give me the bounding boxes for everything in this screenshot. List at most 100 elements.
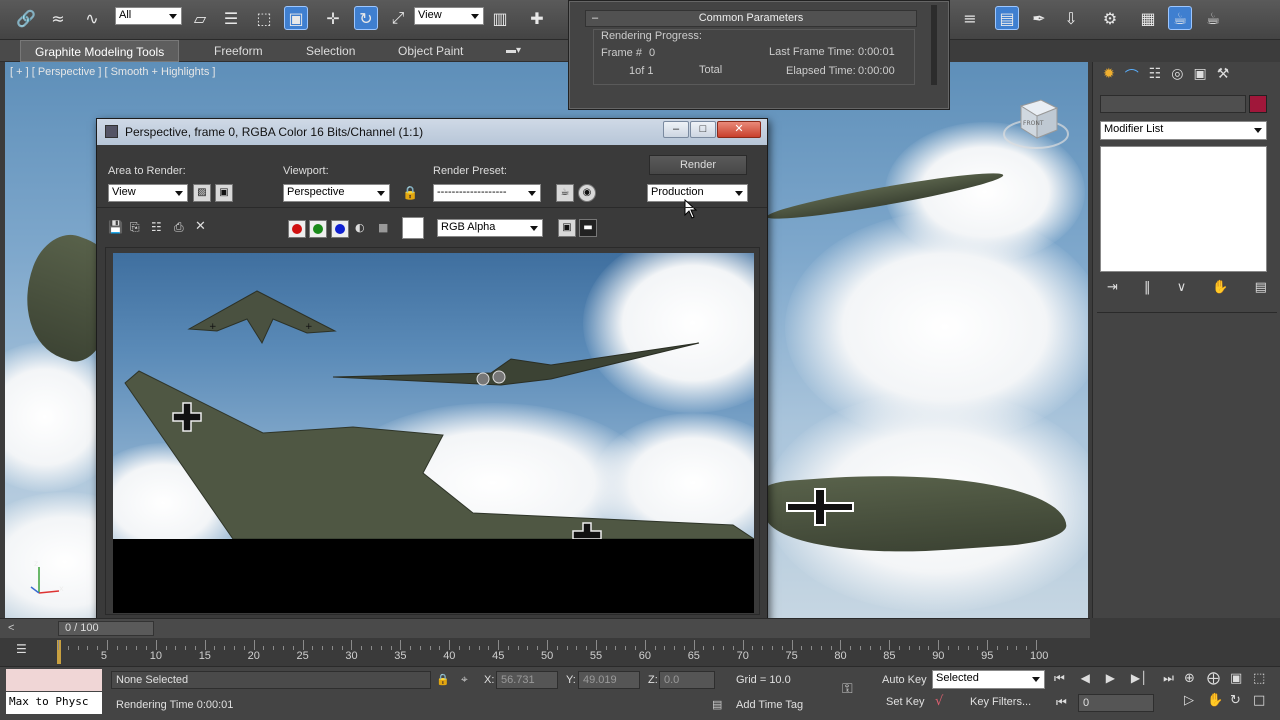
motion-tab-icon[interactable]: ◎ (1171, 66, 1183, 86)
z-coord-field[interactable]: 0.0 (659, 671, 715, 689)
display-tab-icon[interactable]: ▣ (1194, 66, 1207, 86)
zoom-extents-icon[interactable]: ▣ (1230, 671, 1253, 693)
field-of-view-icon[interactable]: ▷ (1184, 693, 1207, 715)
pin-stack-icon[interactable]: ⇥ (1107, 280, 1118, 298)
zoom-icon[interactable]: ⊕ (1184, 671, 1207, 693)
environment-effects-icon[interactable]: ◉ (578, 184, 596, 202)
select-by-name-icon[interactable]: ☰ (219, 6, 243, 30)
key-icon[interactable]: ⚿ (842, 681, 853, 697)
common-parameters-rollout[interactable]: – Common Parameters (585, 10, 917, 27)
save-image-icon[interactable]: 💾 (108, 220, 123, 234)
toggle-ui-overlay-icon[interactable]: ▣ (558, 219, 576, 237)
x-coord-field[interactable]: 56.731 (496, 671, 558, 689)
go-to-end-icon[interactable]: ⏭ (1163, 671, 1174, 689)
render-setup-icon[interactable]: ⇩ (1059, 6, 1083, 30)
time-slider-prev-icon[interactable]: < (8, 622, 14, 634)
configure-sets-icon[interactable]: ▤ (1255, 280, 1267, 298)
maxscript-listener-pink[interactable] (6, 669, 102, 691)
render-setup-icon[interactable]: ☕ (556, 184, 574, 202)
region-select-icon[interactable]: ⬚ (252, 6, 276, 30)
blue-channel-toggle[interactable] (331, 220, 349, 238)
selection-lock-icon[interactable]: 🔒 (436, 673, 450, 686)
print-image-icon[interactable]: ⎙ (174, 220, 184, 235)
snap-icon[interactable]: ✚ (525, 6, 549, 30)
dialog-scrollbar[interactable] (931, 5, 937, 85)
maxscript-prompt[interactable]: Max to Physc (6, 692, 102, 714)
viewport-label[interactable]: [ + ] [ Perspective ] [ Smooth + Highlig… (10, 66, 215, 78)
auto-key-button[interactable]: Auto Key (882, 674, 927, 686)
add-time-tag[interactable]: Add Time Tag (736, 699, 803, 711)
move-icon[interactable]: ✛ (321, 6, 345, 30)
scale-icon[interactable]: ⤢ (386, 6, 410, 30)
key-filters-button[interactable]: Key Filters... (970, 696, 1031, 708)
ribbon-options-icon[interactable]: ▬▾ (506, 40, 521, 62)
maximize-viewport-icon[interactable]: □ (1253, 693, 1276, 715)
red-channel-toggle[interactable] (288, 220, 306, 238)
area-to-render-dropdown[interactable]: View (108, 184, 188, 202)
object-color-swatch[interactable] (1249, 95, 1267, 113)
monochrome-icon[interactable]: ■ (378, 221, 388, 234)
minimize-button[interactable]: – (663, 121, 689, 138)
show-end-result-icon[interactable]: ‖ (1144, 280, 1151, 298)
clone-window-icon[interactable]: ☷ (151, 220, 162, 234)
time-slider-track[interactable]: < 0 / 100 (0, 618, 1090, 638)
reference-coordinate-dropdown[interactable]: View (414, 7, 484, 25)
selection-filter-dropdown[interactable]: All (115, 7, 182, 25)
go-to-start-icon[interactable]: ⏮ (1054, 671, 1065, 689)
render-production-icon[interactable]: ☕ (1168, 6, 1192, 30)
timeline-ruler[interactable]: 5 10 15 20 25 30 35 40 45 50 55 60 65 70 75 80 85 90 95 100 (0, 640, 1090, 666)
make-unique-icon[interactable]: ∨ (1177, 280, 1187, 298)
bind-space-warp-icon[interactable]: ∿ (80, 6, 104, 30)
window-crossing-icon[interactable]: ▣ (284, 6, 308, 30)
clear-icon[interactable]: ✕ (195, 219, 206, 234)
swatch-color-box[interactable] (402, 217, 424, 239)
modify-tab-icon[interactable]: ⌒ (1125, 66, 1139, 86)
viewcube-icon[interactable]: FRONT (1001, 92, 1071, 156)
link-icon[interactable]: 🔗 (14, 6, 38, 30)
render-icon[interactable]: ▦ (1136, 6, 1160, 30)
time-tag-icon[interactable]: ▤ (712, 698, 722, 711)
modifier-list-dropdown[interactable]: Modifier List (1100, 121, 1267, 140)
render-preset-dropdown[interactable]: ------------------- (433, 184, 541, 202)
alpha-channel-icon[interactable]: ◐ (355, 221, 365, 234)
lock-icon[interactable]: 🔒 (402, 185, 418, 201)
tab-selection[interactable]: Selection (306, 40, 355, 62)
zoom-extents-all-icon[interactable]: ⬚ (1253, 671, 1276, 693)
unlink-icon[interactable]: ≈ (46, 6, 70, 30)
orbit-icon[interactable]: ↻ (1230, 693, 1253, 715)
utilities-tab-icon[interactable]: ⚒ (1217, 66, 1230, 86)
key-mode-toggle-icon[interactable]: ⏮ (1056, 695, 1067, 710)
rendered-frame-window-icon[interactable]: ⚙ (1098, 6, 1122, 30)
select-icon[interactable]: ▱ (188, 6, 212, 30)
close-button[interactable]: ✕ (717, 121, 761, 138)
layer-manager-icon[interactable]: ≡ (958, 6, 982, 30)
pivot-icon[interactable]: ▥ (488, 6, 512, 30)
create-tab-icon[interactable]: ✹ (1103, 66, 1115, 86)
next-frame-icon[interactable]: ▶│ (1131, 671, 1147, 689)
key-curve-icon[interactable]: √ (935, 694, 943, 709)
object-name-field[interactable] (1100, 95, 1246, 113)
toggle-ui-icon[interactable]: ▬ (579, 219, 597, 237)
time-slider-thumb[interactable]: 0 / 100 (58, 621, 154, 636)
current-frame-field[interactable]: 0 (1078, 694, 1154, 712)
schematic-view-icon[interactable]: ▤ (995, 6, 1019, 30)
maximize-button[interactable]: □ (690, 121, 716, 138)
set-key-button[interactable]: Set Key (886, 696, 925, 708)
modifier-stack[interactable] (1100, 146, 1267, 272)
previous-frame-icon[interactable]: ◀ (1081, 671, 1090, 689)
display-channel-dropdown[interactable]: RGB Alpha (437, 219, 543, 237)
render-button[interactable]: Render (649, 155, 747, 175)
play-icon[interactable]: ▶ (1106, 671, 1115, 689)
rotate-icon[interactable]: ↻ (354, 6, 378, 30)
teapot-icon[interactable]: ☕ (1201, 6, 1225, 30)
tab-graphite-modeling-tools[interactable]: Graphite Modeling Tools (20, 40, 180, 62)
copy-image-icon[interactable]: ⎘ (130, 220, 140, 235)
rendered-image[interactable]: + + (113, 253, 754, 539)
rollout-collapse-icon[interactable]: – (592, 11, 598, 26)
absolute-mode-icon[interactable]: ⌖ (461, 672, 468, 687)
material-editor-icon[interactable]: ✒ (1027, 6, 1051, 30)
tab-freeform[interactable]: Freeform (214, 40, 263, 62)
viewport-dropdown[interactable]: Perspective (283, 184, 390, 202)
tab-object-paint[interactable]: Object Paint (398, 40, 463, 62)
edit-region-icon[interactable]: ▨ (193, 184, 211, 202)
